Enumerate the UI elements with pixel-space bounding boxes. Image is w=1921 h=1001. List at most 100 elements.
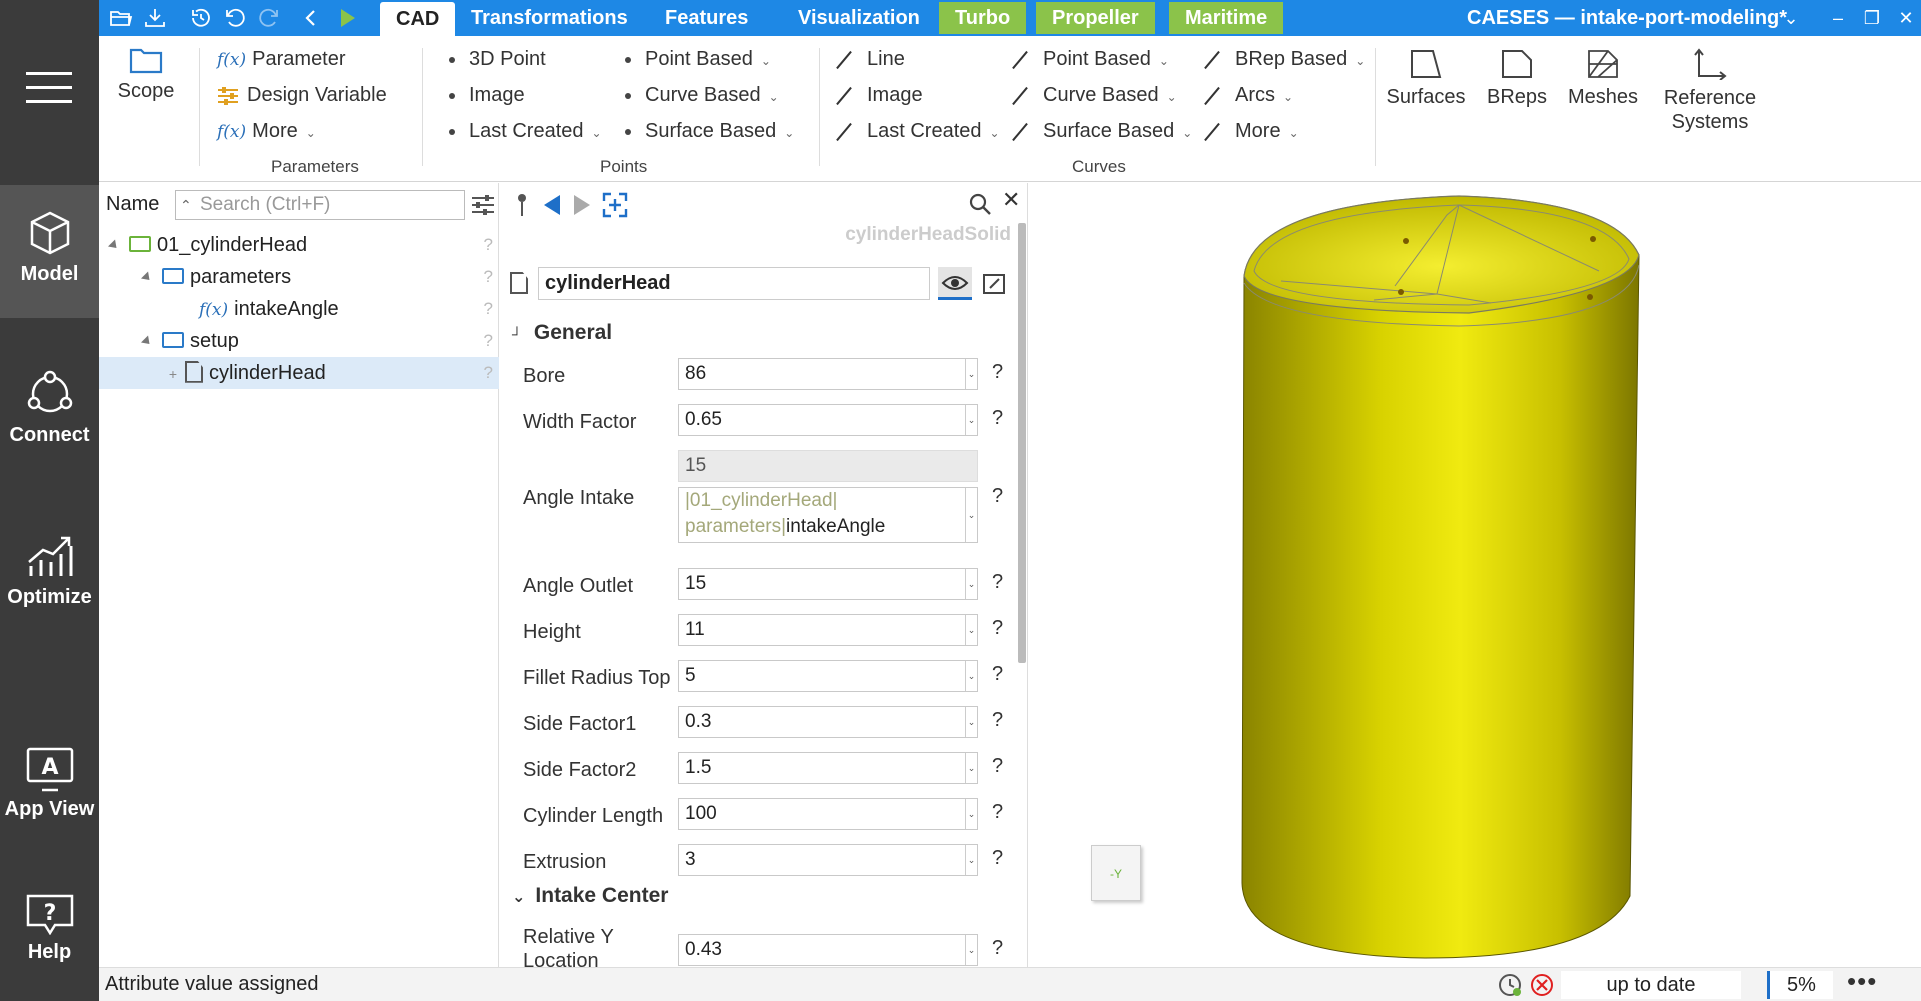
expand-arrow-icon[interactable]: [107, 239, 121, 252]
history-icon[interactable]: [1497, 972, 1523, 998]
help-marker[interactable]: ?: [992, 361, 1003, 384]
fit-view-icon[interactable]: [602, 192, 628, 218]
tab-visualization[interactable]: Visualization: [782, 0, 936, 36]
help-marker[interactable]: ?: [992, 937, 1003, 960]
chevron-down-icon[interactable]: ⌄: [965, 753, 977, 783]
cylinder-head-model[interactable]: [1029, 183, 1921, 967]
back-icon[interactable]: [299, 6, 323, 30]
curve-line-button[interactable]: Line: [833, 48, 905, 71]
search-icon[interactable]: [968, 192, 992, 216]
chevron-down-icon[interactable]: ⌄: [965, 845, 977, 875]
curve-image-button[interactable]: Image: [833, 84, 923, 107]
parameters-more-button[interactable]: f(x) More ⌄: [217, 120, 316, 143]
help-marker[interactable]: ?: [992, 663, 1003, 686]
angle-intake-expression[interactable]: |01_cylinderHead| parameters|intakeAngle…: [678, 487, 978, 543]
chevron-down-icon[interactable]: ⌄: [965, 615, 977, 645]
curve-point-based-button[interactable]: Point Based ⌄: [1009, 48, 1169, 71]
point-image-button[interactable]: Image: [449, 84, 525, 107]
help-marker[interactable]: ?: [484, 293, 493, 325]
nav-optimize[interactable]: Optimize: [0, 532, 99, 609]
undo-icon[interactable]: [223, 6, 247, 30]
chevron-down-icon[interactable]: ⌄: [965, 707, 977, 737]
arrow-right-icon[interactable]: [572, 194, 592, 216]
side-factor2-input[interactable]: 1.5 ⌄: [678, 752, 978, 784]
tab-features[interactable]: Features: [649, 0, 764, 36]
help-marker[interactable]: ?: [992, 485, 1003, 508]
side-factor1-input[interactable]: 0.3 ⌄: [678, 706, 978, 738]
tree-item-setup[interactable]: setup?: [140, 325, 499, 357]
help-marker[interactable]: ?: [992, 571, 1003, 594]
relative-y-location-input[interactable]: 0.43 ⌄: [678, 934, 978, 966]
help-marker[interactable]: ?: [992, 801, 1003, 824]
height-input[interactable]: 11 ⌄: [678, 614, 978, 646]
chevron-down-icon[interactable]: ⌄: [965, 569, 977, 599]
point-3d-button[interactable]: 3D Point: [449, 48, 546, 71]
chevron-down-icon[interactable]: ⌄: [965, 488, 977, 542]
pin-icon[interactable]: [514, 193, 530, 217]
point-based-button[interactable]: Point Based ⌄: [625, 48, 771, 71]
surfaces-button[interactable]: Surfaces: [1381, 48, 1471, 109]
extrusion-input[interactable]: 3 ⌄: [678, 844, 978, 876]
help-marker[interactable]: ?: [992, 617, 1003, 640]
save-icon[interactable]: [143, 6, 167, 30]
more-options-icon[interactable]: •••: [1847, 966, 1877, 997]
error-icon[interactable]: [1529, 972, 1555, 998]
chevron-down-icon[interactable]: ⌄: [965, 359, 977, 389]
parameter-button[interactable]: f(x) Parameter: [217, 48, 346, 71]
minimize-button[interactable]: –: [1821, 0, 1855, 36]
expand-arrow-icon[interactable]: [140, 335, 154, 348]
curve-last-created-button[interactable]: Last Created ⌄: [833, 120, 1000, 143]
arrow-left-icon[interactable]: [542, 194, 562, 216]
help-marker[interactable]: ?: [484, 229, 493, 261]
breps-button[interactable]: BReps: [1479, 48, 1555, 109]
menu-button[interactable]: [26, 72, 72, 108]
chevron-down-icon[interactable]: ⌄: [965, 405, 977, 435]
curve-brep-based-button[interactable]: BRep Based ⌄: [1201, 48, 1365, 71]
tree-item-parameters[interactable]: parameters?: [140, 261, 499, 293]
tab-maritime[interactable]: Maritime: [1169, 2, 1284, 34]
tree-item-cylinderhead[interactable]: + cylinderHead?: [99, 357, 499, 389]
chevron-down-icon[interactable]: ⌄: [965, 935, 977, 965]
meshes-button[interactable]: Meshes: [1561, 48, 1645, 109]
curve-surface-based-button[interactable]: Surface Based ⌄: [1009, 120, 1192, 143]
reference-systems-button[interactable]: Reference Systems: [1655, 48, 1765, 134]
expand-plus-icon[interactable]: +: [99, 358, 177, 390]
scope-button[interactable]: Scope: [115, 46, 177, 103]
tab-cad[interactable]: CAD: [380, 2, 456, 36]
nav-app-view[interactable]: A App View: [0, 746, 99, 821]
curve-curve-based-button[interactable]: Curve Based ⌄: [1009, 84, 1177, 107]
expand-arrow-icon[interactable]: [140, 271, 154, 284]
curve-arcs-button[interactable]: Arcs ⌄: [1201, 84, 1293, 107]
filter-settings-icon[interactable]: [471, 194, 495, 216]
play-icon[interactable]: [335, 6, 359, 30]
tab-turbo[interactable]: Turbo: [939, 2, 1027, 34]
nav-model[interactable]: Model: [0, 185, 99, 318]
nav-help[interactable]: ? Help: [0, 893, 99, 964]
cylinder-length-input[interactable]: 100 ⌄: [678, 798, 978, 830]
3d-viewport[interactable]: -Y: [1029, 183, 1921, 967]
help-marker[interactable]: ?: [484, 325, 493, 357]
open-folder-icon[interactable]: [109, 6, 133, 30]
zoom-level[interactable]: 5%: [1767, 971, 1833, 999]
help-marker[interactable]: ?: [484, 357, 493, 389]
curve-more-button[interactable]: More ⌄: [1201, 120, 1299, 143]
point-curve-based-button[interactable]: Curve Based ⌄: [625, 84, 779, 107]
help-marker[interactable]: ?: [484, 261, 493, 293]
bore-input[interactable]: 86 ⌄: [678, 358, 978, 390]
width-factor-input[interactable]: 0.65 ⌄: [678, 404, 978, 436]
redo-icon[interactable]: [257, 6, 281, 30]
chevron-down-icon[interactable]: ⌄: [965, 799, 977, 829]
close-panel-icon[interactable]: ✕: [1002, 187, 1020, 213]
point-surface-based-button[interactable]: Surface Based ⌄: [625, 120, 794, 143]
help-marker[interactable]: ?: [992, 407, 1003, 430]
tab-transformations[interactable]: Transformations: [455, 0, 644, 36]
section-general[interactable]: ┘ General: [512, 321, 612, 345]
angle-outlet-input[interactable]: 15 ⌄: [678, 568, 978, 600]
tree-item-intakeangle[interactable]: f(x) intakeAngle?: [199, 293, 499, 325]
help-marker[interactable]: ?: [992, 709, 1003, 732]
visibility-toggle[interactable]: [938, 267, 972, 300]
chevron-down-icon[interactable]: ⌄: [965, 661, 977, 691]
close-button[interactable]: ✕: [1889, 0, 1921, 36]
point-last-created-button[interactable]: Last Created ⌄: [449, 120, 602, 143]
object-name-field[interactable]: cylinderHead: [538, 267, 930, 300]
